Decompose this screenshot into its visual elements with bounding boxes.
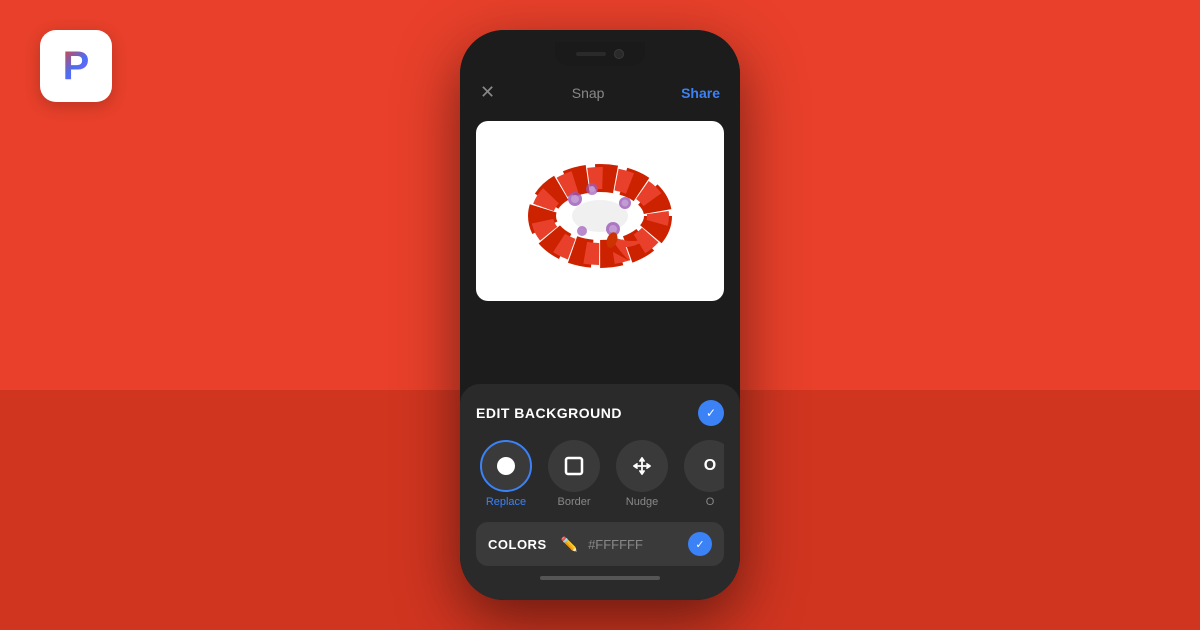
colors-label: COLORS bbox=[488, 537, 547, 552]
product-image-area bbox=[476, 121, 724, 301]
pencil-icon[interactable]: ✏️ bbox=[561, 536, 578, 553]
replace-label: Replace bbox=[486, 496, 526, 508]
phone-notch bbox=[555, 42, 645, 66]
tools-row: Replace Border bbox=[476, 440, 724, 508]
phone-body: ✕ Snap Share bbox=[460, 30, 740, 600]
header-title: Snap bbox=[572, 85, 605, 101]
phone-mockup: ✕ Snap Share bbox=[460, 30, 740, 600]
opacity-label: O bbox=[706, 496, 715, 508]
spacer bbox=[460, 309, 740, 384]
nudge-icon-button[interactable] bbox=[616, 440, 668, 492]
replace-icon bbox=[495, 455, 517, 477]
tool-opacity[interactable]: O O bbox=[680, 440, 724, 508]
share-button[interactable]: Share bbox=[681, 85, 720, 101]
nudge-label: Nudge bbox=[626, 496, 658, 508]
logo-icon: P bbox=[63, 46, 90, 86]
colors-row: COLORS ✏️ #FFFFFF ✓ bbox=[476, 522, 724, 566]
tool-replace[interactable]: Replace bbox=[476, 440, 536, 508]
edit-background-label: EDIT BACKGROUND bbox=[476, 405, 622, 421]
border-label: Border bbox=[557, 496, 590, 508]
border-icon bbox=[563, 455, 585, 477]
home-indicator bbox=[540, 576, 660, 580]
phone-camera bbox=[614, 49, 624, 59]
edit-bg-confirm-button[interactable]: ✓ bbox=[698, 400, 724, 426]
hex-value: #FFFFFF bbox=[588, 537, 678, 552]
border-icon-button[interactable] bbox=[548, 440, 600, 492]
logo-container: P bbox=[40, 30, 112, 102]
nudge-icon bbox=[631, 455, 653, 477]
phone-speaker bbox=[576, 52, 606, 56]
replace-icon-button[interactable] bbox=[480, 440, 532, 492]
colors-confirm-button[interactable]: ✓ bbox=[688, 532, 712, 556]
opacity-icon-button[interactable]: O bbox=[684, 440, 724, 492]
phone-screen: ✕ Snap Share bbox=[460, 30, 740, 600]
close-button[interactable]: ✕ bbox=[480, 82, 495, 103]
tool-nudge[interactable]: Nudge bbox=[612, 440, 672, 508]
bottom-panel: EDIT BACKGROUND ✓ Replace bbox=[460, 384, 740, 600]
scrunchie-image bbox=[520, 141, 680, 281]
tool-border[interactable]: Border bbox=[544, 440, 604, 508]
edit-background-row: EDIT BACKGROUND ✓ bbox=[476, 400, 724, 426]
